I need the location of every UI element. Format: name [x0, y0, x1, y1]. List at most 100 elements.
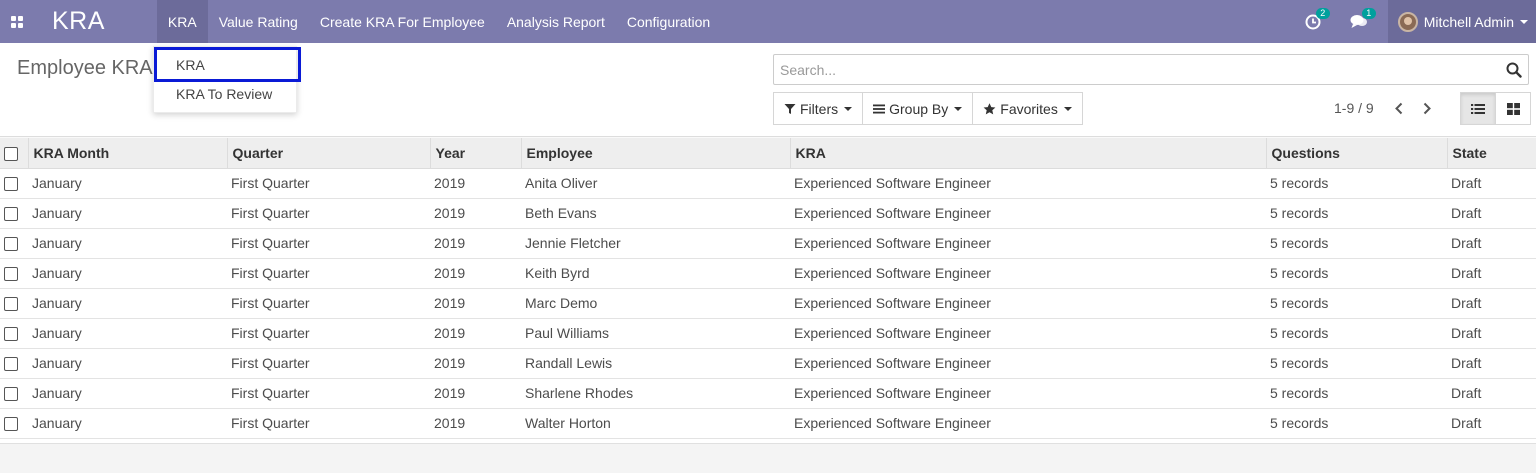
table-row[interactable]: January First Quarter 2019 Jennie Fletcher E…: [0, 228, 1536, 258]
activity-button[interactable]: 2: [1290, 0, 1336, 43]
cell-kra: Experienced Software Engineer: [794, 235, 991, 251]
cell-state: Draft: [1451, 325, 1482, 341]
cell-questions: 5 records: [1270, 235, 1329, 251]
table-row[interactable]: January First Quarter 2019 Anita Oliver Expe…: [0, 168, 1536, 198]
row-select-cell: [0, 258, 28, 288]
chevron-down-icon: [954, 106, 963, 111]
group-by-button[interactable]: Group By: [862, 92, 974, 125]
column-kra[interactable]: KRA: [790, 138, 1267, 169]
row-select-cell: [0, 318, 28, 348]
chevron-down-icon: [844, 106, 853, 111]
favorites-button[interactable]: Favorites: [972, 92, 1083, 125]
table-footer: [0, 443, 1536, 473]
column-year[interactable]: Year: [430, 138, 522, 169]
list-bars-icon: [873, 104, 886, 113]
row-checkbox[interactable]: [4, 387, 18, 402]
list-view-button[interactable]: [1460, 92, 1496, 125]
select-all-checkbox[interactable]: [4, 146, 18, 161]
table-row[interactable]: January First Quarter 2019 Randall Lewis Exp…: [0, 348, 1536, 378]
row-checkbox[interactable]: [4, 417, 18, 432]
kra-dropdown-menu: KRA KRA To Review: [153, 46, 301, 113]
pager-next-button[interactable]: [1413, 92, 1441, 125]
row-checkbox[interactable]: [4, 207, 18, 222]
column-quarter[interactable]: Quarter: [227, 138, 431, 169]
table-row[interactable]: January First Quarter 2019 Beth Evans Experi…: [0, 198, 1536, 228]
cell-state: Draft: [1451, 295, 1482, 311]
row-checkbox[interactable]: [4, 267, 18, 282]
kra-table: KRA Month Quarter Year Employee KRA Ques…: [0, 138, 1536, 439]
cell-state: Draft: [1451, 205, 1482, 221]
cell-state: Draft: [1451, 415, 1482, 431]
chevron-down-icon: [1520, 19, 1528, 24]
column-state[interactable]: State: [1447, 138, 1536, 169]
cell-employee: Anita Oliver: [525, 175, 598, 191]
user-menu[interactable]: Mitchell Admin: [1387, 0, 1536, 43]
app-brand: KRA: [52, 7, 105, 35]
cell-kra: Experienced Software Engineer: [794, 265, 991, 281]
cell-state: Draft: [1451, 385, 1482, 401]
kanban-grid-icon: [1506, 102, 1520, 115]
table-row[interactable]: January First Quarter 2019 Marc Demo Experie…: [0, 288, 1536, 318]
cell-quarter: First Quarter: [231, 325, 310, 341]
menu-configuration[interactable]: Configuration: [616, 0, 721, 43]
table-row[interactable]: January First Quarter 2019 Keith Byrd Experi…: [0, 258, 1536, 288]
menu-analysis-report[interactable]: Analysis Report: [496, 0, 616, 43]
cell-questions: 5 records: [1270, 415, 1329, 431]
menu-value-rating[interactable]: Value Rating: [208, 0, 309, 43]
chevron-left-icon: [1394, 102, 1402, 115]
cell-kra: Experienced Software Engineer: [794, 325, 991, 341]
table-row[interactable]: January First Quarter 2019 Paul Williams Exp…: [0, 318, 1536, 348]
cell-state: Draft: [1451, 355, 1482, 371]
search-input[interactable]: [774, 55, 1500, 84]
table-row[interactable]: January First Quarter 2019 Walter Horton Exp…: [0, 408, 1536, 438]
cell-kra: Experienced Software Engineer: [794, 295, 991, 311]
cell-kra-month: January: [32, 175, 82, 191]
top-navbar: KRA KRA Value Rating Create KRA For Empl…: [0, 0, 1536, 43]
dropdown-item-kra[interactable]: KRA: [154, 47, 301, 82]
messages-count-badge: 1: [1361, 8, 1376, 19]
table-header: KRA Month Quarter Year Employee KRA Ques…: [0, 138, 1536, 169]
cell-year: 2019: [434, 175, 466, 191]
column-kra-month[interactable]: KRA Month: [28, 138, 228, 169]
cell-kra: Experienced Software Engineer: [794, 175, 991, 191]
row-checkbox[interactable]: [4, 327, 18, 342]
filters-button[interactable]: Filters: [773, 92, 864, 125]
list-icon: [1471, 103, 1485, 114]
cell-state: Draft: [1451, 175, 1482, 191]
row-checkbox[interactable]: [4, 177, 18, 192]
row-checkbox[interactable]: [4, 297, 18, 312]
cell-year: 2019: [434, 415, 466, 431]
favorites-label: Favorites: [1000, 100, 1058, 117]
cell-employee: Paul Williams: [525, 325, 610, 341]
cell-quarter: First Quarter: [231, 235, 310, 251]
cell-quarter: First Quarter: [231, 205, 310, 221]
cell-employee: Marc Demo: [525, 295, 598, 311]
column-questions[interactable]: Questions: [1266, 138, 1448, 169]
cell-kra-month: January: [32, 235, 82, 251]
row-checkbox[interactable]: [4, 237, 18, 252]
menu-kra[interactable]: KRA: [156, 0, 208, 43]
cell-kra-month: January: [32, 385, 82, 401]
apps-menu-button[interactable]: [0, 0, 34, 43]
table-row[interactable]: January First Quarter 2019 Sharlene Rhodes E…: [0, 378, 1536, 408]
pager-value[interactable]: 1-9 / 9: [1334, 100, 1374, 116]
kanban-view-button[interactable]: [1495, 92, 1531, 125]
menu-create-kra-for-employee[interactable]: Create KRA For Employee: [309, 0, 496, 43]
column-employee[interactable]: Employee: [521, 138, 791, 169]
dropdown-item-kra-to-review[interactable]: KRA To Review: [154, 79, 298, 108]
chevron-down-icon: [1063, 106, 1072, 111]
row-select-cell: [0, 168, 28, 198]
row-checkbox[interactable]: [4, 357, 18, 372]
cell-questions: 5 records: [1270, 295, 1329, 311]
search-icon[interactable]: [1500, 55, 1528, 84]
cell-quarter: First Quarter: [231, 175, 310, 191]
row-select-cell: [0, 378, 28, 408]
pager-previous-button[interactable]: [1384, 92, 1412, 125]
cell-kra: Experienced Software Engineer: [794, 205, 991, 221]
cell-questions: 5 records: [1270, 175, 1329, 191]
breadcrumb: Employee KRA: [17, 57, 153, 79]
systray: 2 1 Mitchell Admin: [1290, 0, 1536, 43]
messages-button[interactable]: 1: [1336, 0, 1382, 43]
row-select-cell: [0, 408, 28, 438]
cell-year: 2019: [434, 205, 466, 221]
